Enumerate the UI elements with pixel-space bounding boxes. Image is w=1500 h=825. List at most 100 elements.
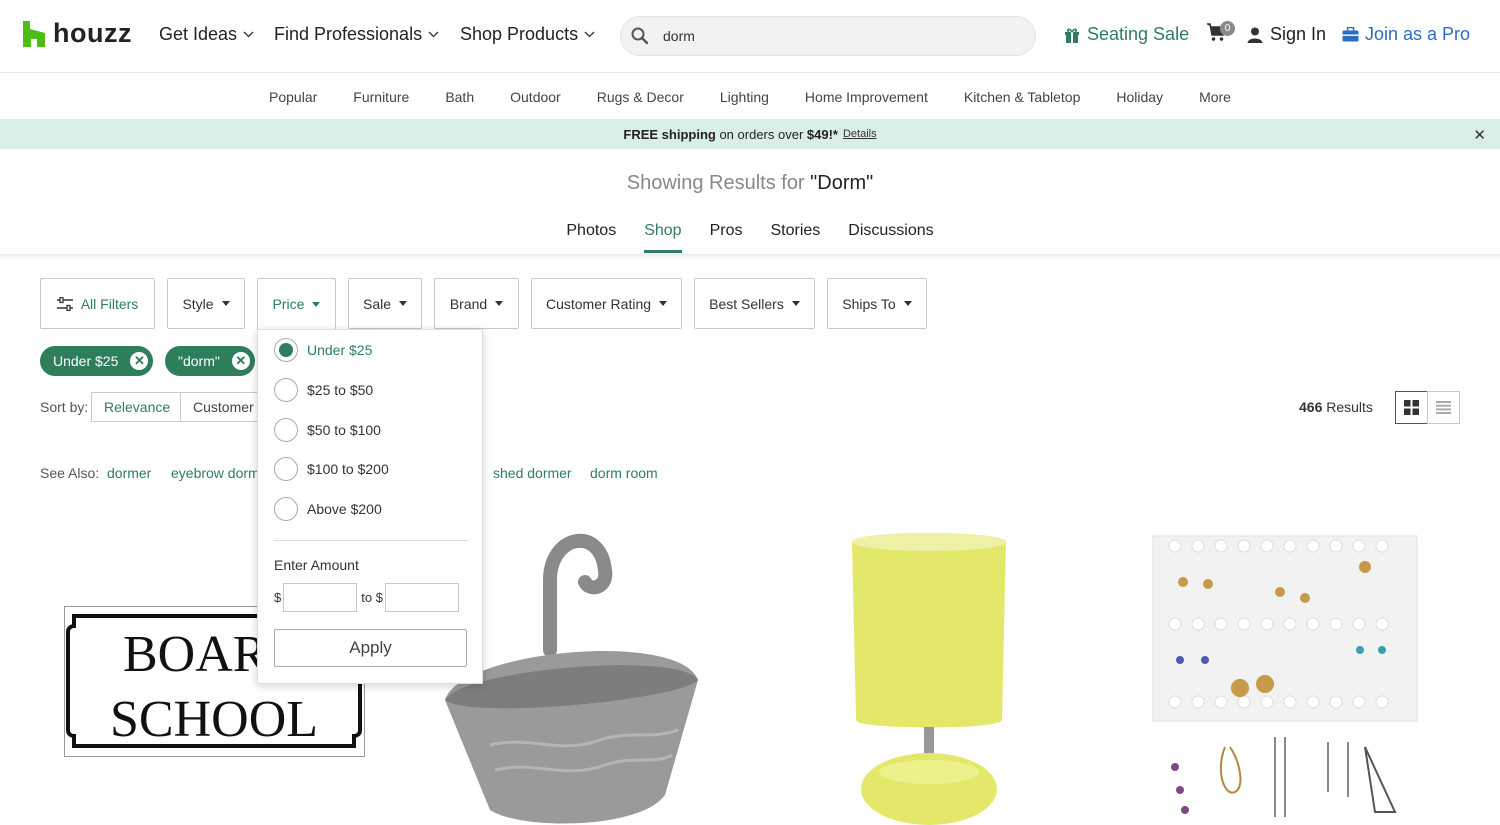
cart-count-badge: 0: [1220, 21, 1235, 36]
style-filter-button[interactable]: Style: [167, 278, 245, 329]
product-image-lamp[interactable]: [850, 532, 1010, 825]
grid-icon: [1404, 400, 1419, 415]
cart-button[interactable]: 0: [1206, 21, 1235, 42]
min-price-input[interactable]: [283, 583, 358, 612]
price-option-100-200[interactable]: $100 to $200: [274, 457, 389, 481]
join-pro-link[interactable]: Join as a Pro: [1342, 24, 1470, 45]
results-query: "Dorm": [810, 172, 874, 194]
category-furniture[interactable]: Furniture: [353, 89, 409, 105]
enter-amount-label: Enter Amount: [274, 557, 359, 573]
tab-pros[interactable]: Pros: [710, 222, 743, 253]
results-heading: Showing Results for "Dorm": [0, 172, 1500, 195]
amount-range-row: $ to $: [274, 583, 463, 612]
caret-down-icon: [659, 301, 668, 306]
brand-filter-button[interactable]: Brand: [434, 278, 519, 329]
sort-relevance-label: Relevance: [104, 399, 171, 415]
tab-stories[interactable]: Stories: [770, 222, 820, 253]
radio-selected[interactable]: [274, 338, 298, 362]
seating-sale-link[interactable]: Seating Sale: [1064, 24, 1189, 45]
tab-shop[interactable]: Shop: [644, 222, 682, 253]
radio-unselected[interactable]: [274, 378, 298, 402]
category-rugs-decor[interactable]: Rugs & Decor: [597, 89, 684, 105]
nav-get-ideas[interactable]: Get Ideas: [159, 24, 254, 45]
earring-organizer-image: [1152, 535, 1418, 817]
category-bath[interactable]: Bath: [445, 89, 474, 105]
results-prefix: Showing Results for: [626, 172, 811, 194]
radio-unselected[interactable]: [274, 457, 298, 481]
active-filter-chip[interactable]: "dorm" ✕: [165, 346, 255, 376]
best-sellers-filter-button[interactable]: Best Sellers: [694, 278, 815, 329]
price-filter-label: Price: [272, 296, 305, 312]
caret-down-icon: [903, 301, 912, 306]
price-option-under-25[interactable]: Under $25: [274, 338, 372, 362]
price-option-50-100[interactable]: $50 to $100: [274, 418, 381, 442]
price-filter-button[interactable]: Price: [257, 278, 336, 330]
houzz-logo[interactable]: houzz: [23, 18, 132, 49]
category-holiday[interactable]: Holiday: [1116, 89, 1163, 105]
banner-middle-text: on orders over: [715, 126, 807, 142]
all-filters-button[interactable]: All Filters: [40, 278, 155, 329]
list-view-button[interactable]: [1427, 391, 1460, 424]
caret-down-icon: [791, 301, 800, 306]
banner-details-link[interactable]: Details: [843, 128, 877, 140]
product-image-jewelry-holder[interactable]: [1150, 532, 1420, 825]
best-sellers-filter-label: Best Sellers: [709, 295, 784, 312]
see-also-link[interactable]: dormer: [107, 465, 151, 481]
max-price-input[interactable]: [384, 583, 459, 612]
chip-label: Under $25: [53, 353, 119, 369]
grid-view-button[interactable]: [1395, 391, 1428, 424]
price-option-label: $100 to $200: [307, 461, 389, 477]
logo-text: houzz: [53, 18, 132, 48]
remove-chip-icon[interactable]: ✕: [231, 352, 250, 370]
category-kitchen-tabletop[interactable]: Kitchen & Tabletop: [964, 89, 1081, 105]
nav-shop-products[interactable]: Shop Products: [460, 24, 595, 45]
category-outdoor[interactable]: Outdoor: [510, 89, 561, 105]
results-count-label: Results: [1322, 399, 1373, 415]
price-option-label: Under $25: [307, 342, 373, 358]
see-also-label: See Also:: [40, 465, 100, 481]
search-bar: [620, 16, 1036, 56]
nav-find-professionals[interactable]: Find Professionals: [274, 24, 439, 45]
see-also-link[interactable]: eyebrow dorm: [171, 465, 260, 481]
radio-unselected[interactable]: [274, 418, 298, 442]
category-more[interactable]: More: [1199, 89, 1231, 105]
dollar-label: $: [274, 590, 282, 605]
tab-photos[interactable]: Photos: [566, 222, 616, 253]
tab-discussions[interactable]: Discussions: [848, 222, 933, 253]
search-icon[interactable]: [631, 27, 649, 45]
caret-down-icon: [399, 301, 408, 306]
sale-filter-label: Sale: [362, 295, 392, 312]
search-input[interactable]: [663, 28, 1003, 44]
active-filter-chip[interactable]: Under $25 ✕: [40, 346, 154, 376]
join-pro-label: Join as a Pro: [1365, 24, 1471, 44]
price-dropdown: Under $25 $25 to $50 $50 to $100 $100 to…: [257, 329, 483, 684]
category-home-improvement[interactable]: Home Improvement: [805, 89, 928, 105]
radio-unselected[interactable]: [274, 497, 298, 521]
category-lighting[interactable]: Lighting: [720, 89, 769, 105]
customer-rating-filter-button[interactable]: Customer Rating: [531, 278, 682, 329]
shipping-banner: FREE shipping on orders over $49!* Detai…: [0, 119, 1500, 149]
free-shipping-text: FREE shipping: [623, 126, 716, 142]
divider: [274, 540, 468, 541]
apply-button[interactable]: Apply: [274, 629, 467, 667]
chevron-down-icon: [584, 31, 595, 38]
see-also-link[interactable]: shed dormer: [493, 465, 572, 481]
remove-chip-icon[interactable]: ✕: [130, 352, 149, 370]
category-popular[interactable]: Popular: [269, 89, 317, 105]
ships-to-filter-button[interactable]: Ships To: [827, 278, 927, 329]
nav-get-ideas-label: Get Ideas: [159, 24, 238, 44]
price-option-above-200[interactable]: Above $200: [274, 497, 382, 521]
sign-in-link[interactable]: Sign In: [1247, 24, 1326, 45]
sort-relevance-button[interactable]: Relevance: [91, 392, 181, 422]
houzz-logo-icon: [23, 20, 45, 47]
price-option-25-50[interactable]: $25 to $50: [274, 378, 373, 402]
nav-shop-products-label: Shop Products: [460, 24, 579, 44]
sort-label: Sort by:: [40, 399, 89, 415]
chevron-down-icon: [428, 31, 439, 38]
close-icon[interactable]: ✕: [1473, 126, 1486, 144]
gift-icon: [1065, 28, 1079, 43]
see-also-link[interactable]: dorm room: [590, 465, 658, 481]
sale-filter-button[interactable]: Sale: [348, 278, 422, 329]
all-filters-label: All Filters: [80, 295, 139, 312]
results-tabs: Photos Shop Pros Stories Discussions: [0, 222, 1500, 253]
